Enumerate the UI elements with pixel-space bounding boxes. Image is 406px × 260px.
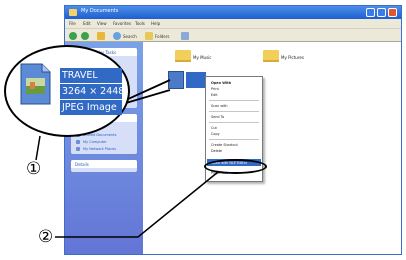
marker-1: ① <box>26 159 42 179</box>
marker-2: ② <box>38 227 54 247</box>
zoom-file-name: TRAVEL <box>60 68 122 83</box>
marker-2-line <box>55 171 219 238</box>
menu-item-callout <box>204 159 267 174</box>
zoom-file-type: JPEG Image <box>60 100 122 115</box>
marker-1-line <box>35 135 41 161</box>
image-file-zoomed-icon <box>20 63 51 105</box>
zoom-file-dimensions: 3264 × 2448 <box>60 84 122 99</box>
